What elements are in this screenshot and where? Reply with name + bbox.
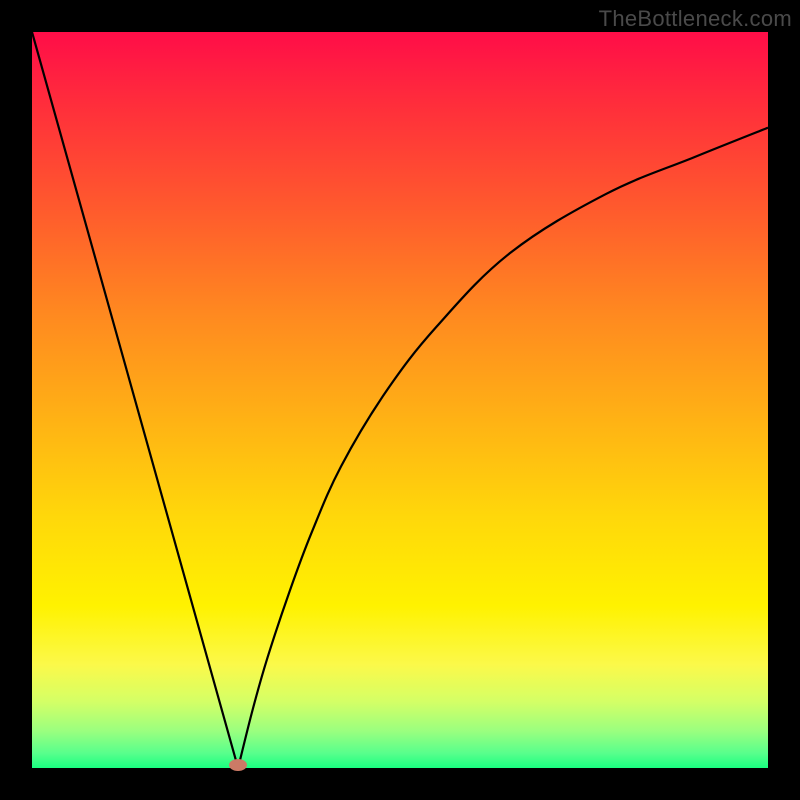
bottleneck-curve: [32, 32, 768, 768]
watermark-text: TheBottleneck.com: [599, 6, 792, 32]
chart-curve: [32, 32, 768, 768]
optimal-point-marker: [229, 759, 247, 771]
plot-area: [32, 32, 768, 768]
chart-container: TheBottleneck.com: [0, 0, 800, 800]
